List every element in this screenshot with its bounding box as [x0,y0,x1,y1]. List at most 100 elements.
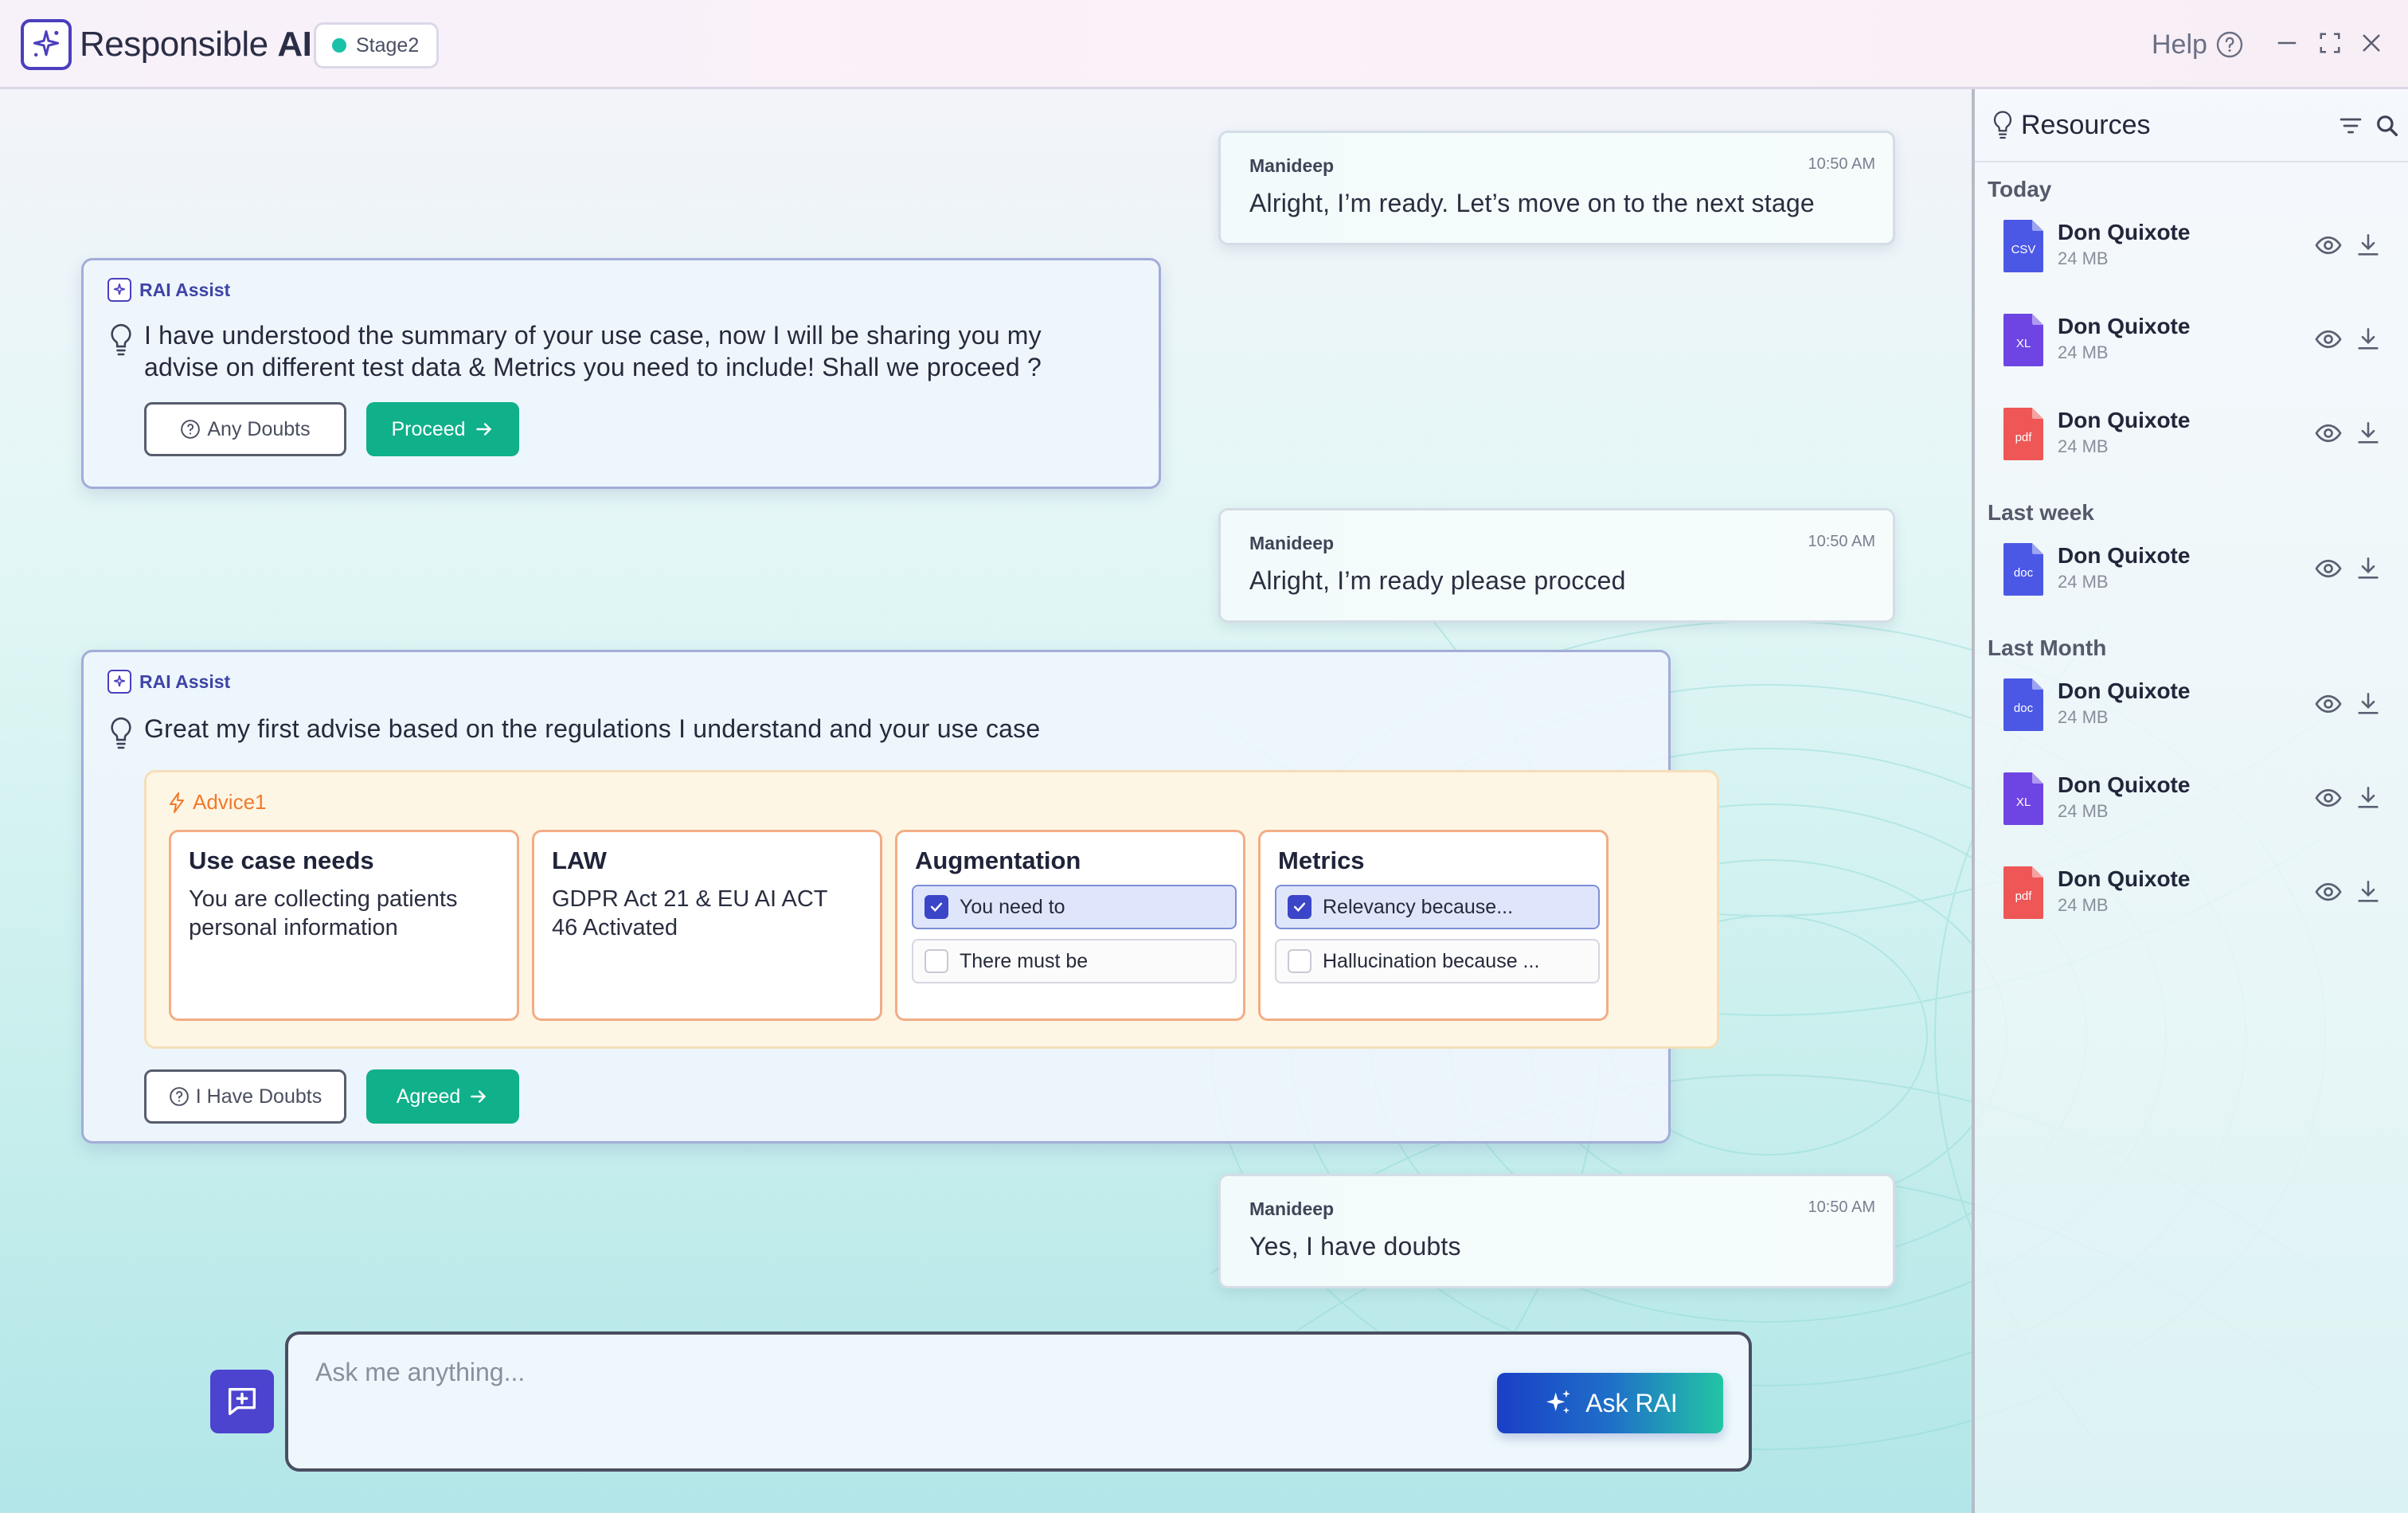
i-have-doubts-button[interactable]: I Have Doubts [144,1069,346,1124]
resource-item[interactable]: CSV Don Quixote 24 MB [2002,215,2392,279]
chat-input[interactable] [315,1352,1351,1392]
resource-name: Don Quixote [2058,543,2191,568]
xl-file-icon: XL [2003,314,2043,366]
stage-badge[interactable]: Stage2 [314,22,440,68]
resource-size: 24 MB [2058,895,2109,915]
svg-text:pdf: pdf [2015,889,2033,903]
eye-icon[interactable] [2312,782,2344,814]
lightbulb-icon [1993,111,2012,139]
arrow-right-icon [471,1090,487,1103]
download-icon[interactable] [2352,553,2384,584]
card-title: LAW [552,846,607,874]
eye-icon[interactable] [2312,553,2344,584]
resource-name: Don Quixote [2058,408,2191,432]
metrics-card: Metrics Relevancy because... Hallucinati… [1258,830,1609,1021]
law-card: LAW GDPR Act 21 & EU AI ACT 46 Activated [532,830,882,1021]
svg-text:doc: doc [2014,702,2034,715]
resource-group-label: Last week [1988,500,2094,525]
ask-rai-label: Ask RAI [1585,1388,1678,1417]
eye-icon[interactable] [2312,323,2344,355]
filter-icon[interactable] [2338,113,2363,139]
agreed-label: Agreed [396,1085,461,1108]
download-icon[interactable] [2352,229,2384,261]
advice-panel: Advice1 Use case needs You are collectin… [144,770,1719,1049]
eye-icon[interactable] [2312,417,2344,449]
i-have-doubts-label: I Have Doubts [195,1085,322,1108]
message-time: 10:50 AM [1808,533,1875,550]
message-sender: Manideep [1249,533,1335,553]
metrics-option-checkbox[interactable]: Hallucination because ... [1275,939,1600,983]
resource-item[interactable]: doc Don Quixote 24 MB [2002,674,2392,737]
rai-sender: RAI Assist [108,278,230,302]
checkbox-unchecked-icon [924,949,948,973]
svg-text:XL: XL [2016,796,2031,809]
resource-item[interactable]: doc Don Quixote 24 MB [2002,538,2392,602]
svg-text:doc: doc [2014,566,2034,580]
rai-message: RAI Assist Great my first advise based o… [81,650,1719,1144]
rai-logo-icon [108,278,131,302]
svg-text:XL: XL [2016,337,2031,350]
download-icon[interactable] [2352,688,2384,720]
download-icon[interactable] [2352,323,2384,355]
resource-size: 24 MB [2058,436,2109,456]
message-text: Alright, I’m ready. Let’s move on to the… [1249,189,1815,217]
stage-label: Stage2 [356,33,420,57]
resources-panel: Resources Today CSV Don Quixote 24 MB XL Don … [1972,89,2408,1513]
any-doubts-label: Any Doubts [207,417,311,440]
resource-name: Don Quixote [2058,866,2191,891]
user-message: Manideep 10:50 AM Yes, I have doubts [1218,1174,1895,1288]
message-time: 10:50 AM [1808,155,1875,173]
eye-icon[interactable] [2312,229,2344,261]
resource-item[interactable]: XL Don Quixote 24 MB [2002,309,2392,373]
checkbox-checked-icon [924,895,948,919]
metrics-option-checkbox[interactable]: Relevancy because... [1275,885,1600,929]
help-label: Help [2152,29,2207,60]
card-text: You are collecting patients personal info… [189,886,458,940]
question-circle-icon [181,420,201,439]
app-header: Responsible AI Stage2 Help [0,0,2408,89]
augmentation-option-checkbox[interactable]: You need to [912,885,1237,929]
close-icon[interactable] [2355,27,2387,59]
resource-size: 24 MB [2058,342,2109,362]
advice-title: Advice1 [193,790,267,814]
fullscreen-icon[interactable] [2314,27,2346,59]
advice-label: Advice1 [167,790,267,815]
resource-size: 24 MB [2058,248,2109,268]
search-icon[interactable] [2375,113,2400,139]
resource-name: Don Quixote [2058,314,2191,338]
augmentation-option-checkbox[interactable]: There must be [912,939,1237,983]
lightning-icon [170,792,184,813]
download-icon[interactable] [2352,417,2384,449]
sparkles-icon [1546,1390,1571,1414]
message-text: Yes, I have doubts [1249,1232,1461,1261]
arrow-right-icon [475,423,491,436]
question-circle-icon [169,1087,189,1106]
resource-item[interactable]: pdf Don Quixote 24 MB [2002,862,2392,925]
status-dot-icon [332,38,346,53]
ask-rai-button[interactable]: Ask RAI [1497,1373,1723,1433]
any-doubts-button[interactable]: Any Doubts [144,402,346,456]
rai-text-line: advise on different test data & Metrics … [144,353,1042,381]
eye-icon[interactable] [2312,688,2344,720]
download-icon[interactable] [2352,876,2384,908]
checkbox-unchecked-icon [1288,949,1312,973]
message-sender: Manideep [1249,1198,1335,1219]
lightbulb-icon [108,319,135,383]
resource-item[interactable]: XL Don Quixote 24 MB [2002,768,2392,831]
minimize-icon[interactable] [2271,27,2303,59]
help-link[interactable]: Help [2152,24,2244,65]
rai-message-body: I have understood the summary of your us… [108,319,1042,383]
rai-message: RAI Assist I have understood the summary… [81,258,1161,489]
resources-header: Resources [1975,89,2408,162]
sparkle-logo-icon [33,30,60,57]
question-circle-icon [2216,31,2243,58]
resource-item[interactable]: pdf Don Quixote 24 MB [2002,403,2392,467]
new-chat-button[interactable] [210,1370,274,1433]
proceed-button[interactable]: Proceed [366,402,519,456]
agreed-button[interactable]: Agreed [366,1069,519,1124]
resource-size: 24 MB [2058,707,2109,727]
app-logo [21,19,72,70]
download-icon[interactable] [2352,782,2384,814]
new-chat-icon [228,1387,256,1416]
eye-icon[interactable] [2312,876,2344,908]
